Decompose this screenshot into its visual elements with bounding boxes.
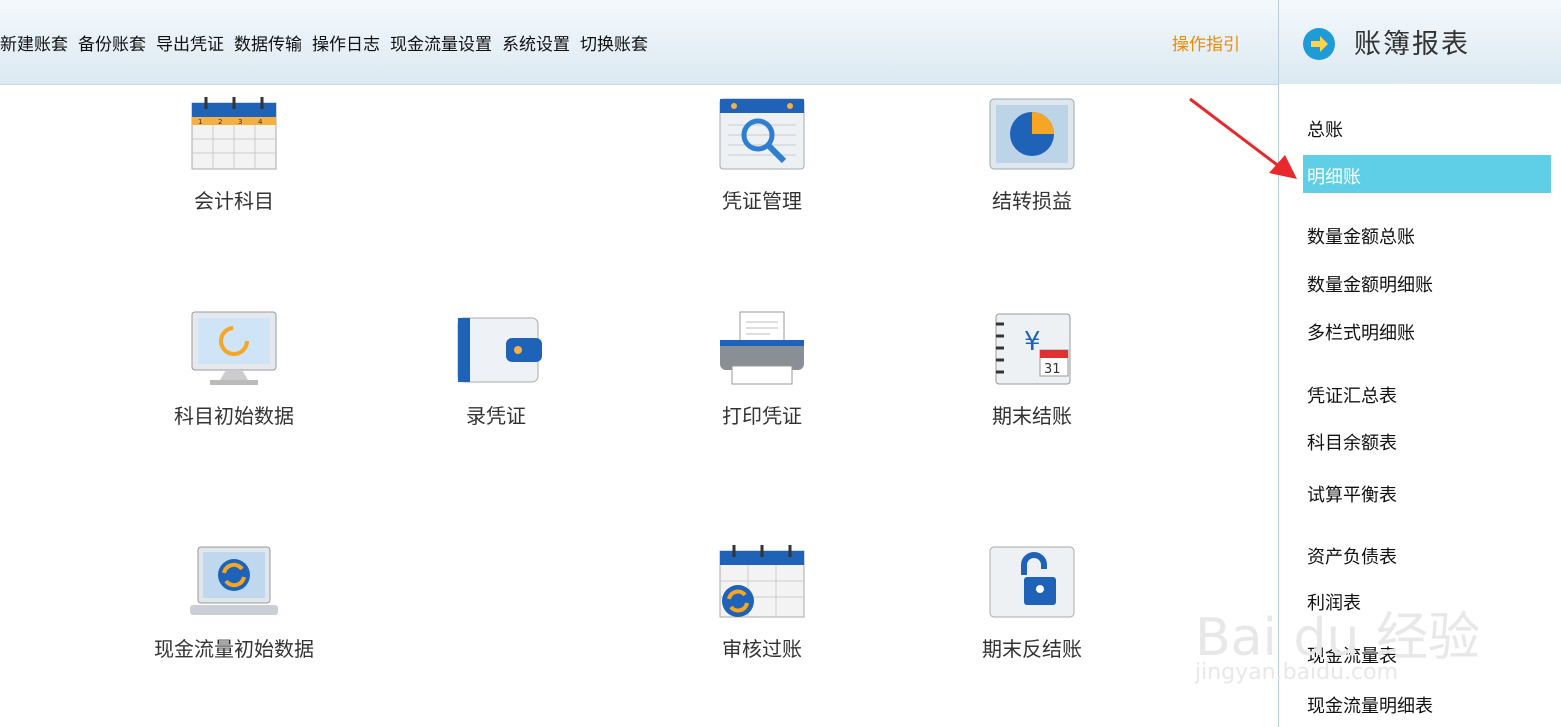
menu-bar: 新建账套 备份账套 导出凭证 数据传输 操作日志 现金流量设置 系统设置 切换账套: [0, 30, 658, 55]
tile-label: 结转损益: [992, 189, 1072, 213]
sidebar-item-balance-sheet[interactable]: 资产负债表: [1307, 543, 1397, 569]
calendar-day-1: 1: [198, 118, 202, 126]
calendar-day-3: 3: [238, 118, 242, 126]
menu-backup-account-set[interactable]: 备份账套: [78, 35, 146, 55]
arrow-right-icon: [1303, 28, 1335, 60]
tile-print-voucher[interactable]: 打印凭证: [662, 310, 862, 429]
wallet-icon: [457, 317, 542, 383]
menu-system-settings[interactable]: 系统设置: [502, 35, 570, 55]
tile-label: 打印凭证: [722, 404, 802, 428]
tile-label: 审核过账: [722, 637, 802, 661]
tile-label: 会计科目: [194, 189, 274, 213]
sidebar-item-detail-ledger[interactable]: 明细账: [1307, 163, 1361, 189]
menu-operation-log[interactable]: 操作日志: [312, 35, 380, 55]
magnifier-document-icon: [719, 98, 805, 170]
menu-switch-account-set[interactable]: 切换账套: [580, 35, 648, 55]
menu-new-account-set[interactable]: 新建账套: [0, 35, 68, 55]
sidebar-title: 账簿报表: [1354, 29, 1470, 60]
watermark-url: jingyan.baidu.com: [1195, 660, 1399, 685]
tile-initial-cashflow-data[interactable]: 现金流量初始数据: [134, 543, 334, 662]
operation-guide-link[interactable]: 操作指引: [1172, 30, 1240, 55]
tile-enter-voucher[interactable]: 录凭证: [396, 310, 596, 429]
tile-label: 期末结账: [992, 404, 1072, 428]
top-toolbar: 新建账套 备份账套 导出凭证 数据传输 操作日志 现金流量设置 系统设置 切换账套 操作指引: [0, 0, 1278, 85]
sidebar-item-voucher-summary[interactable]: 凭证汇总表: [1307, 382, 1397, 408]
tile-carry-forward-pl[interactable]: 结转损益: [932, 95, 1132, 214]
calendar-sync-icon: [719, 545, 805, 618]
tile-label: 凭证管理: [722, 189, 802, 213]
tile-label: 录凭证: [466, 404, 526, 428]
ledger-day: 31: [1044, 362, 1061, 377]
pie-chart-icon: [989, 98, 1075, 170]
sidebar-item-account-balance[interactable]: 科目余额表: [1307, 429, 1397, 455]
sidebar-item-cashflow-detail[interactable]: 现金流量明细表: [1307, 692, 1433, 718]
laptop-sync-icon: [190, 546, 278, 615]
sidebar-item-multi-column-detail[interactable]: 多栏式明细账: [1307, 319, 1415, 345]
tile-period-end-closing[interactable]: ¥ 31 期末结账: [932, 310, 1132, 429]
sidebar-item-qty-amount-detail[interactable]: 数量金额明细账: [1307, 271, 1433, 297]
tile-label: 期末反结账: [982, 637, 1082, 661]
printer-icon: [720, 311, 804, 385]
calendar-icon: 1 2 3 4: [191, 97, 277, 170]
tile-label: 现金流量初始数据: [154, 637, 314, 661]
tile-initial-account-data[interactable]: 科目初始数据: [134, 310, 334, 429]
unlock-icon: [989, 546, 1075, 618]
tile-voucher-management[interactable]: 凭证管理: [662, 95, 862, 214]
sidebar-header: 账簿报表: [1279, 0, 1561, 85]
sidebar-item-trial-balance[interactable]: 试算平衡表: [1307, 481, 1397, 507]
menu-data-transfer[interactable]: 数据传输: [234, 35, 302, 55]
tile-chart-of-accounts[interactable]: 1 2 3 4 会计科目: [134, 95, 334, 214]
annotation-arrow-icon: [1189, 97, 1297, 179]
ledger-currency-symbol: ¥: [1024, 327, 1041, 357]
monitor-loading-icon: [191, 311, 277, 385]
tile-reverse-closing[interactable]: 期末反结账: [932, 543, 1132, 662]
watermark-brand: Bai du 经验: [1195, 608, 1481, 668]
menu-export-voucher[interactable]: 导出凭证: [156, 35, 224, 55]
tile-review-posting[interactable]: 审核过账: [662, 543, 862, 662]
tile-label: 科目初始数据: [174, 404, 294, 428]
ledger-icon: ¥ 31: [995, 313, 1071, 385]
calendar-day-4: 4: [258, 118, 263, 126]
sidebar-item-general-ledger[interactable]: 总账: [1307, 116, 1343, 142]
sidebar-item-qty-amount-general[interactable]: 数量金额总账: [1307, 223, 1415, 249]
menu-cashflow-settings[interactable]: 现金流量设置: [390, 35, 492, 55]
calendar-day-2: 2: [218, 118, 222, 126]
